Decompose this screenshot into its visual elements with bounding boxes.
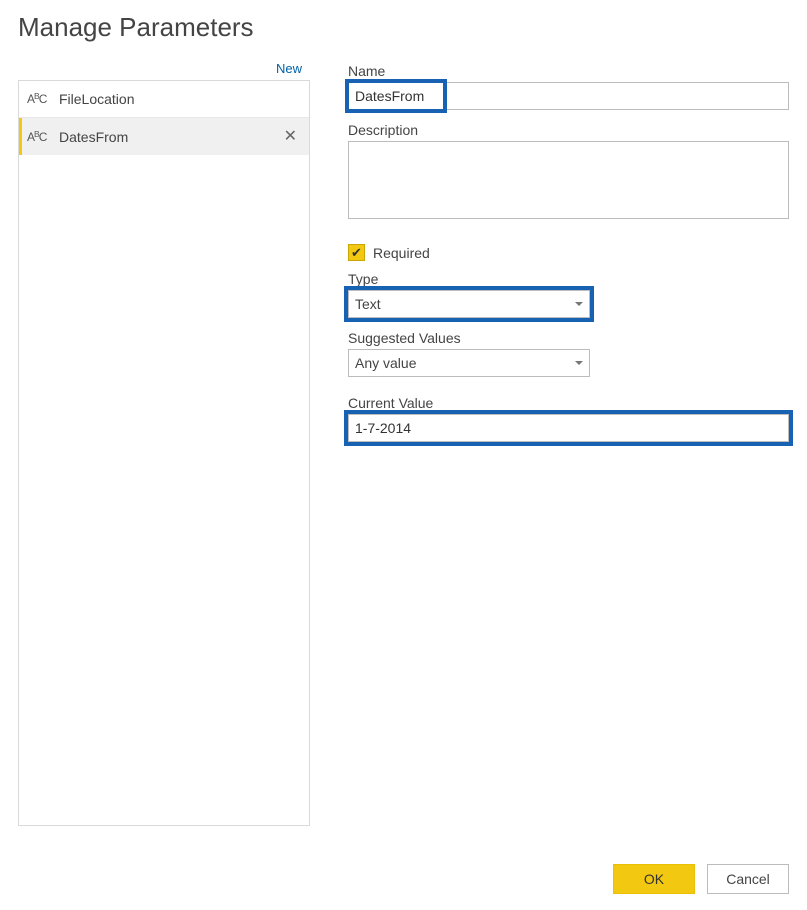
chevron-down-icon [575, 361, 583, 365]
type-label: Type [348, 271, 789, 287]
type-select[interactable]: Text [348, 290, 590, 318]
delete-parameter-icon[interactable]: ✕ [280, 129, 301, 145]
required-label: Required [373, 245, 430, 261]
required-row: ✔ Required [348, 244, 789, 261]
content-area: New ABC FileLocation ABC DatesFrom ✕ Nam… [18, 61, 789, 826]
text-type-icon: ABC [27, 130, 49, 144]
parameter-item-datesfrom[interactable]: ABC DatesFrom ✕ [19, 118, 309, 155]
type-select-value: Text [355, 296, 575, 312]
current-value-group: Current Value [348, 395, 789, 442]
dialog-title: Manage Parameters [18, 12, 789, 43]
suggested-values-select[interactable]: Any value [348, 349, 590, 377]
parameter-item-label: DatesFrom [59, 129, 280, 145]
current-value-label: Current Value [348, 395, 789, 411]
description-label: Description [348, 122, 789, 138]
description-field-group: Description [348, 122, 789, 222]
new-parameter-link[interactable]: New [18, 61, 310, 80]
left-column: New ABC FileLocation ABC DatesFrom ✕ [18, 61, 310, 826]
parameter-item-label: FileLocation [59, 91, 301, 107]
ok-button[interactable]: OK [613, 864, 695, 894]
type-field-group: Type Text [348, 271, 789, 318]
cancel-button[interactable]: Cancel [707, 864, 789, 894]
parameter-list: ABC FileLocation ABC DatesFrom ✕ [18, 80, 310, 826]
name-label: Name [348, 63, 789, 79]
suggested-label: Suggested Values [348, 330, 789, 346]
form-column: Name Description ✔ Required Type Text [348, 61, 789, 826]
suggested-select-value: Any value [355, 355, 575, 371]
chevron-down-icon [575, 302, 583, 306]
current-value-input[interactable] [348, 414, 789, 442]
suggested-field-group: Suggested Values Any value [348, 330, 789, 377]
description-input[interactable] [348, 141, 789, 219]
parameter-item-filelocation[interactable]: ABC FileLocation [19, 81, 309, 118]
name-field-group: Name [348, 63, 789, 110]
name-input[interactable] [348, 82, 789, 110]
button-row: OK Cancel [613, 864, 789, 894]
required-checkbox[interactable]: ✔ [348, 244, 365, 261]
text-type-icon: ABC [27, 92, 49, 106]
